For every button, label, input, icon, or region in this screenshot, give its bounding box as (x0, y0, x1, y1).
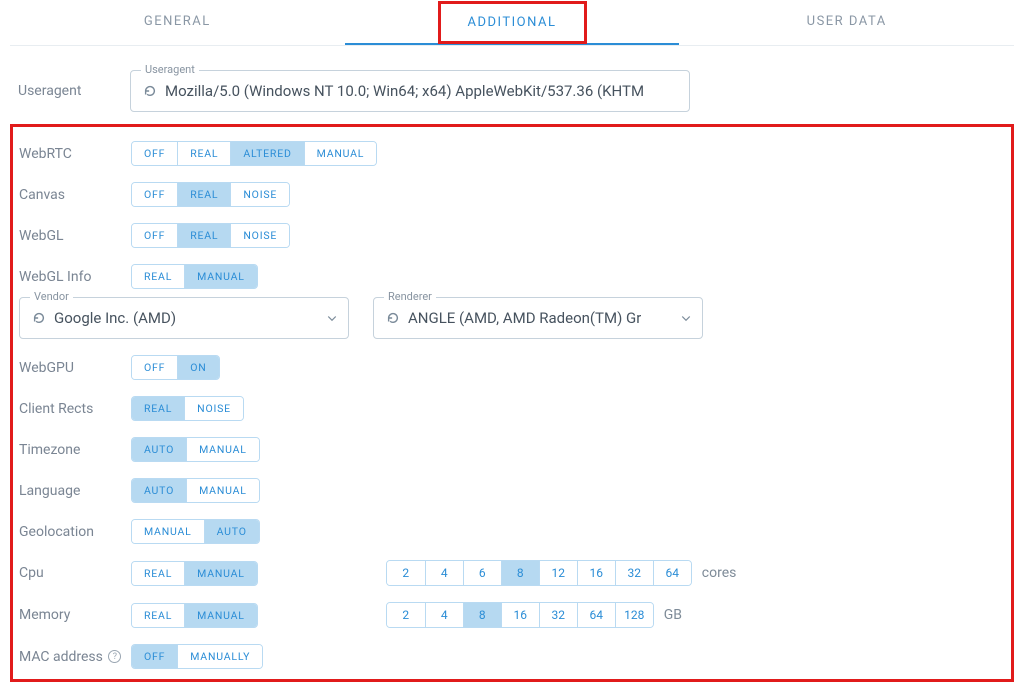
fingerprint-section: WebRTC OFF REAL ALTERED MANUAL Canvas OF… (10, 124, 1014, 682)
memory-value-seg: 2 4 8 16 32 64 128 (386, 602, 654, 628)
cpu-label: Cpu (19, 565, 131, 581)
webglinfo-manual[interactable]: MANUAL (184, 265, 257, 288)
memory-mode-seg: REAL MANUAL (131, 603, 258, 628)
memory-label: Memory (19, 607, 131, 623)
geolocation-label: Geolocation (19, 524, 131, 540)
webgpu-off[interactable]: OFF (132, 356, 177, 379)
vendor-select[interactable]: Vendor Google Inc. (AMD) (19, 297, 349, 339)
webgl-seg: OFF REAL NOISE (131, 223, 290, 248)
timezone-auto[interactable]: AUTO (132, 438, 186, 461)
timezone-label: Timezone (19, 442, 131, 458)
useragent-field[interactable]: Useragent Mozilla/5.0 (Windows NT 10.0; … (130, 70, 690, 112)
webgl-detail-row: Vendor Google Inc. (AMD) Renderer ANGLE … (19, 297, 1005, 339)
cpu-32[interactable]: 32 (615, 561, 653, 585)
cpu-16[interactable]: 16 (577, 561, 615, 585)
webgl-noise[interactable]: NOISE (230, 224, 289, 247)
webglinfo-real[interactable]: REAL (132, 265, 184, 288)
chevron-down-icon (326, 312, 338, 324)
memory-suffix: GB (664, 607, 682, 623)
webgl-real[interactable]: REAL (177, 224, 230, 247)
cpu-6[interactable]: 6 (463, 561, 501, 585)
webgl-label: WebGL (19, 228, 131, 244)
clientrects-seg: REAL NOISE (131, 396, 244, 421)
cpu-4[interactable]: 4 (425, 561, 463, 585)
refresh-icon[interactable] (386, 311, 400, 325)
webgpu-seg: OFF ON (131, 355, 220, 380)
renderer-float-label: Renderer (384, 290, 436, 303)
webglinfo-label: WebGL Info (19, 269, 131, 285)
webrtc-altered[interactable]: ALTERED (230, 142, 303, 165)
timezone-manual[interactable]: MANUAL (186, 438, 259, 461)
webgpu-label: WebGPU (19, 360, 131, 376)
webrtc-manual[interactable]: MANUAL (304, 142, 377, 165)
tab-additional[interactable]: ADDITIONAL (438, 1, 587, 44)
cpu-suffix: cores (702, 565, 737, 581)
webgpu-on[interactable]: ON (177, 356, 218, 379)
help-icon[interactable]: ? (108, 650, 121, 663)
cpu-64[interactable]: 64 (653, 561, 691, 585)
language-seg: AUTO MANUAL (131, 478, 260, 503)
tabs: GENERAL ADDITIONAL USER DATA (10, 0, 1014, 46)
language-manual[interactable]: MANUAL (186, 479, 259, 502)
mac-manually[interactable]: MANUALLY (177, 645, 262, 668)
chevron-down-icon (680, 312, 692, 324)
canvas-off[interactable]: OFF (132, 183, 177, 206)
canvas-real[interactable]: REAL (177, 183, 230, 206)
renderer-value: ANGLE (AMD, AMD Radeon(TM) Gr (408, 309, 641, 327)
geolocation-auto[interactable]: AUTO (204, 520, 259, 543)
webgl-off[interactable]: OFF (132, 224, 177, 247)
cpu-12[interactable]: 12 (539, 561, 577, 585)
geolocation-manual[interactable]: MANUAL (132, 520, 204, 543)
language-auto[interactable]: AUTO (132, 479, 186, 502)
geolocation-seg: MANUAL AUTO (131, 519, 260, 544)
cpu-8[interactable]: 8 (501, 561, 539, 585)
refresh-icon[interactable] (32, 311, 46, 325)
cpu-manual[interactable]: MANUAL (184, 562, 257, 585)
cpu-2[interactable]: 2 (387, 561, 425, 585)
canvas-label: Canvas (19, 187, 131, 203)
webglinfo-seg: REAL MANUAL (131, 264, 258, 289)
clientrects-real[interactable]: REAL (132, 397, 184, 420)
webrtc-label: WebRTC (19, 146, 131, 162)
tab-userdata[interactable]: USER DATA (679, 0, 1014, 45)
useragent-row: Useragent Useragent Mozilla/5.0 (Windows… (10, 70, 1014, 112)
cpu-mode-seg: REAL MANUAL (131, 561, 258, 586)
renderer-select[interactable]: Renderer ANGLE (AMD, AMD Radeon(TM) Gr (373, 297, 703, 339)
timezone-seg: AUTO MANUAL (131, 437, 260, 462)
mac-off[interactable]: OFF (132, 645, 177, 668)
webrtc-off[interactable]: OFF (132, 142, 177, 165)
webrtc-real[interactable]: REAL (177, 142, 230, 165)
webrtc-seg: OFF REAL ALTERED MANUAL (131, 141, 377, 166)
useragent-float-label: Useragent (141, 63, 199, 76)
language-label: Language (19, 483, 131, 499)
vendor-value: Google Inc. (AMD) (54, 309, 176, 327)
mac-label-text: MAC address (19, 649, 103, 665)
tab-additional-wrap: ADDITIONAL (345, 0, 680, 45)
clientrects-label: Client Rects (19, 401, 131, 417)
useragent-value: Mozilla/5.0 (Windows NT 10.0; Win64; x64… (165, 82, 644, 100)
cpu-value-seg: 2 4 6 8 12 16 32 64 (386, 560, 692, 586)
canvas-noise[interactable]: NOISE (230, 183, 289, 206)
vendor-float-label: Vendor (30, 290, 73, 303)
mac-seg: OFF MANUALLY (131, 644, 263, 669)
refresh-icon[interactable] (143, 84, 157, 98)
useragent-label: Useragent (18, 83, 130, 99)
cpu-real[interactable]: REAL (132, 562, 184, 585)
mac-label: MAC address ? (19, 649, 131, 665)
tab-general[interactable]: GENERAL (10, 0, 345, 45)
clientrects-noise[interactable]: NOISE (184, 397, 243, 420)
canvas-seg: OFF REAL NOISE (131, 182, 290, 207)
